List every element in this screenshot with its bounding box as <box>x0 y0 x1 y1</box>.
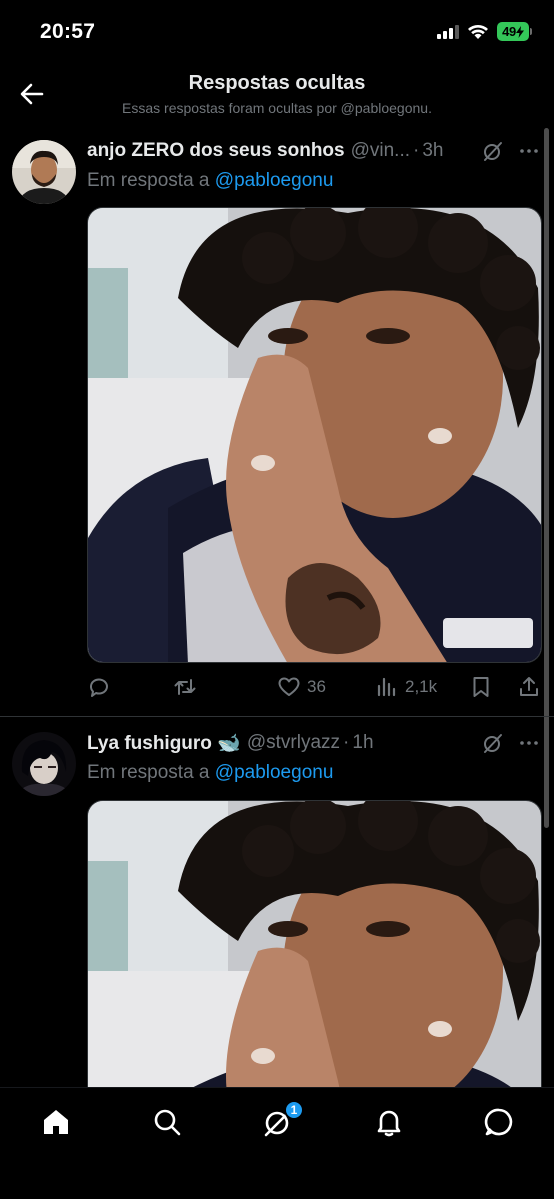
views-icon <box>377 677 396 697</box>
messages-icon[interactable] <box>483 1106 515 1138</box>
charging-icon <box>515 25 524 38</box>
share-icon <box>520 677 538 696</box>
status-icons: 49 <box>437 22 532 41</box>
reply-context: Em resposta a @pabloegonu <box>87 170 334 191</box>
more-options-icon[interactable] <box>518 732 540 754</box>
divider <box>0 716 554 717</box>
notification-badge: 1 <box>284 1100 304 1120</box>
bookmark-button[interactable] <box>469 675 493 699</box>
tweet-image[interactable] <box>87 207 542 663</box>
battery-level: 49 <box>502 24 516 39</box>
reply-button[interactable] <box>87 675 117 699</box>
heart-icon <box>278 677 300 696</box>
grok-icon[interactable] <box>482 140 504 162</box>
signal-icon <box>437 24 459 39</box>
grok-icon[interactable] <box>482 732 504 754</box>
wifi-icon <box>468 24 488 39</box>
timestamp[interactable]: 1h <box>352 732 373 754</box>
avatar[interactable] <box>12 140 76 204</box>
reply-mention[interactable]: @pabloegonu <box>215 762 334 783</box>
handle[interactable]: @stvrlyazz <box>247 732 340 754</box>
status-bar: 20:57 49 <box>0 0 554 64</box>
page-title: Respostas ocultas <box>188 72 366 94</box>
avatar[interactable] <box>12 732 76 796</box>
tweet-image[interactable] <box>87 800 542 1102</box>
views-button[interactable]: 2,1k <box>375 675 437 699</box>
like-count: 36 <box>307 677 326 696</box>
reply-context: Em resposta a @pabloegonu <box>87 762 334 783</box>
header: Respostas ocultas Essas respostas foram … <box>0 64 554 126</box>
retweet-button[interactable] <box>173 675 203 699</box>
tweet[interactable]: anjo ZERO dos seus sonhos @vin... · 3h E… <box>0 130 554 716</box>
page-subtitle: Essas respostas foram ocultas por @pablo… <box>122 100 432 116</box>
notifications-icon[interactable] <box>373 1106 405 1138</box>
reply-icon <box>89 678 108 697</box>
status-time: 20:57 <box>40 20 96 43</box>
retweet-icon <box>174 679 196 695</box>
more-options-icon[interactable] <box>518 140 540 162</box>
handle[interactable]: @vin... <box>351 140 410 162</box>
display-name[interactable]: Lya fushiguro 🐋 <box>87 731 241 755</box>
reply-mention[interactable]: @pabloegonu <box>215 170 334 191</box>
home-icon[interactable] <box>40 1106 72 1138</box>
bottom-nav: 1 <box>0 1087 554 1199</box>
tweet[interactable]: Lya fushiguro 🐋 @stvrlyazz · 1h Em respo… <box>0 722 554 1102</box>
timestamp[interactable]: 3h <box>422 140 443 162</box>
bookmark-icon <box>473 677 489 697</box>
display-name[interactable]: anjo ZERO dos seus sonhos <box>87 140 345 162</box>
view-count: 2,1k <box>405 677 438 696</box>
tweet-header: anjo ZERO dos seus sonhos @vin... · 3h <box>87 138 540 164</box>
tweet-actions: 36 2,1k <box>87 675 542 701</box>
tweet-header: Lya fushiguro 🐋 @stvrlyazz · 1h <box>87 730 540 756</box>
share-button[interactable] <box>517 675 541 699</box>
search-icon[interactable] <box>151 1106 183 1138</box>
battery-icon: 49 <box>497 22 532 41</box>
like-button[interactable]: 36 <box>277 675 326 699</box>
